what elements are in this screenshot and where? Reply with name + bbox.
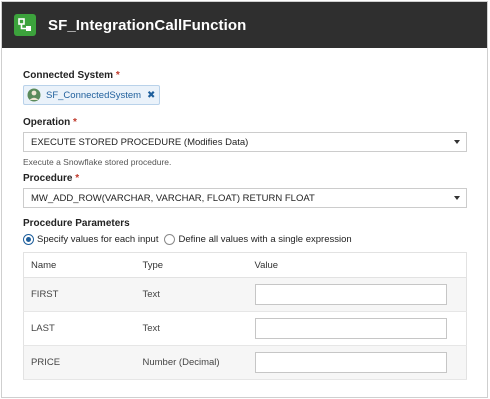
required-mark: * xyxy=(73,117,77,128)
param-name-cell: LAST xyxy=(23,311,136,346)
radio-checked-icon[interactable] xyxy=(23,233,34,245)
operation-selected-value: EXECUTE STORED PROCEDURE (Modifies Data) xyxy=(31,136,249,148)
radio-specify-values[interactable]: Specify values for each input xyxy=(23,233,159,245)
remove-chip-icon[interactable]: ✖ xyxy=(147,90,155,101)
column-header-name: Name xyxy=(23,252,136,278)
procedure-select[interactable]: MW_ADD_ROW(VARCHAR, VARCHAR, FLOAT) RETU… xyxy=(23,188,467,208)
operation-label-text: Operation xyxy=(23,117,71,128)
procedure-parameters-table: Name Type Value FIRST Text LAST Text PRI… xyxy=(23,252,467,380)
required-mark: * xyxy=(115,70,120,81)
procedure-label-text: Procedure xyxy=(23,173,73,184)
required-mark: * xyxy=(75,173,80,184)
form-content: Connected System * SF_ConnectedSystem ✖ … xyxy=(2,48,487,380)
header-bar: SF_IntegrationCallFunction xyxy=(2,2,487,48)
radio-unchecked-icon[interactable] xyxy=(164,233,176,245)
operation-select[interactable]: EXECUTE STORED PROCEDURE (Modifies Data) xyxy=(23,132,467,152)
procedure-parameters-label: Procedure Parameters xyxy=(23,218,130,229)
table-header-row: Name Type Value xyxy=(23,252,467,278)
procedure-label: Procedure * xyxy=(23,173,487,184)
first-value-input[interactable] xyxy=(254,284,447,305)
radio-specify-label: Specify values for each input xyxy=(37,233,159,245)
column-header-value: Value xyxy=(247,252,467,278)
connected-system-label: Connected System * xyxy=(23,70,487,81)
connected-system-label-text: Connected System xyxy=(23,70,114,81)
param-value-cell xyxy=(247,311,467,346)
param-value-cell xyxy=(247,277,467,312)
procedure-selected-value: MW_ADD_ROW(VARCHAR, VARCHAR, FLOAT) RETU… xyxy=(31,192,315,204)
connected-system-chip-text: SF_ConnectedSystem xyxy=(46,89,142,101)
column-header-type: Type xyxy=(135,252,248,278)
dialog-frame: SF_IntegrationCallFunction Connected Sys… xyxy=(1,1,488,398)
param-name-cell: FIRST xyxy=(23,277,136,312)
chevron-down-icon xyxy=(454,196,460,200)
table-row: PRICE Number (Decimal) xyxy=(23,345,467,380)
integration-icon xyxy=(14,14,36,36)
connected-system-chip[interactable]: SF_ConnectedSystem ✖ xyxy=(23,85,161,105)
param-value-cell xyxy=(247,345,467,380)
connected-system-icon xyxy=(27,88,41,102)
operation-label: Operation * xyxy=(23,117,487,128)
parameter-mode-radio-group: Specify values for each input Define all… xyxy=(23,232,487,246)
last-value-input[interactable] xyxy=(254,318,447,339)
table-row: FIRST Text xyxy=(23,277,467,312)
param-type-cell: Text xyxy=(135,311,248,346)
param-type-cell: Number (Decimal) xyxy=(135,345,248,380)
price-value-input[interactable] xyxy=(254,352,447,373)
radio-expression-label: Define all values with a single expressi… xyxy=(178,233,352,245)
param-name-cell: PRICE xyxy=(23,345,136,380)
radio-single-expression[interactable]: Define all values with a single expressi… xyxy=(164,233,352,245)
param-type-cell: Text xyxy=(135,277,248,312)
chevron-down-icon xyxy=(454,140,460,144)
page-title: SF_IntegrationCallFunction xyxy=(48,16,247,34)
operation-helper-text: Execute a Snowflake stored procedure. xyxy=(23,157,172,167)
table-row: LAST Text xyxy=(23,311,467,346)
